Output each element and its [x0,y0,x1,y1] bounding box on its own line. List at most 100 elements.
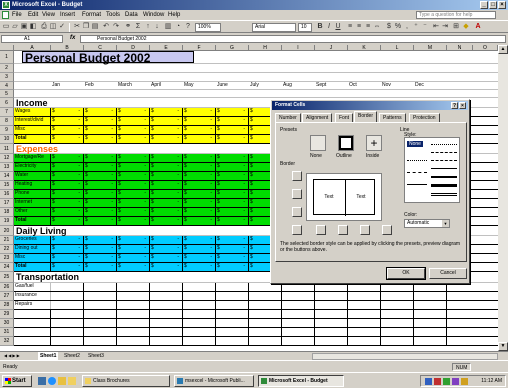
budget-cell[interactable]: $- [183,135,216,143]
row-header[interactable]: 21 [0,236,14,245]
style-none-option[interactable]: None [407,141,423,147]
budget-cell[interactable]: $- [84,108,117,116]
empty-cell[interactable] [282,310,315,318]
budget-cell[interactable] [84,283,117,291]
budget-cell[interactable]: $- [51,199,84,207]
empty-cell[interactable] [51,328,84,336]
row-label[interactable]: Total [14,135,51,143]
help-icon[interactable]: ? [184,23,192,31]
empty-cell[interactable] [249,319,282,327]
percent-icon[interactable]: % [394,23,402,31]
budget-cell[interactable]: $- [117,236,150,244]
insert-function-icon[interactable]: fx [70,35,75,41]
align-right-icon[interactable]: ≡ [364,23,372,31]
spelling-icon[interactable]: ✓ [58,23,66,31]
row-header[interactable]: 4 [0,82,14,90]
tab-scroll-arrows[interactable]: ◀ ◀ ▶ ▶ [2,352,22,360]
empty-cell[interactable] [117,328,150,336]
budget-cell[interactable]: $- [84,135,117,143]
row-header[interactable]: 9 [0,126,14,135]
line-style-option[interactable] [431,168,457,169]
empty-cell[interactable] [315,319,348,327]
budget-cell[interactable]: $- [150,108,183,116]
menu-window[interactable]: Window [143,10,164,20]
budget-cell[interactable]: $- [51,135,84,143]
budget-cell[interactable] [282,283,315,291]
line-style-option[interactable] [407,184,427,185]
row-label[interactable]: Total [14,217,51,225]
empty-cell[interactable] [51,337,84,345]
empty-cell[interactable] [84,319,117,327]
budget-cell[interactable]: $- [51,217,84,225]
budget-cell[interactable]: $- [150,208,183,216]
budget-cell[interactable]: $- [117,254,150,262]
dialog-close-button[interactable]: × [459,102,466,109]
month-header[interactable]: April [150,82,183,89]
empty-cell[interactable] [414,328,447,336]
budget-cell[interactable] [117,292,150,300]
row-header[interactable]: 32 [0,337,14,346]
row-label[interactable]: Phone [14,190,51,198]
empty-cell[interactable] [282,328,315,336]
budget-cell[interactable]: $- [150,217,183,225]
empty-cell[interactable] [117,337,150,345]
border-preview[interactable]: Text Text [306,173,382,221]
budget-cell[interactable]: $- [117,126,150,134]
budget-cell[interactable]: $- [84,199,117,207]
empty-cell[interactable] [150,319,183,327]
empty-cell[interactable] [414,310,447,318]
increase-indent-icon[interactable]: ⇥ [441,23,449,31]
redo-icon[interactable]: ↷ [112,23,120,31]
empty-cell[interactable] [249,328,282,336]
row-header[interactable]: 7 [0,108,14,117]
budget-cell[interactable] [84,292,117,300]
budget-cell[interactable]: $- [117,190,150,198]
budget-cell[interactable] [414,301,447,309]
empty-cell[interactable] [183,319,216,327]
copy-icon[interactable]: ❐ [82,23,90,31]
row-header[interactable]: 16 [0,190,14,199]
budget-cell[interactable] [348,283,381,291]
budget-cell[interactable]: $- [84,181,117,189]
tab-alignment[interactable]: Alignment [302,113,333,122]
budget-cell[interactable]: $- [117,108,150,116]
cut-icon[interactable]: ✂ [73,23,81,31]
empty-cell[interactable] [216,337,249,345]
open-icon[interactable]: ▱ [11,23,19,31]
empty-cell[interactable] [315,310,348,318]
row-label[interactable]: Wages [14,108,51,116]
budget-cell[interactable]: $- [51,163,84,171]
empty-cell[interactable] [14,337,51,345]
empty-cell[interactable] [84,310,117,318]
tab-sheet1[interactable]: Sheet1 [38,352,59,360]
budget-cell[interactable]: $- [150,126,183,134]
budget-cell[interactable]: $- [216,108,249,116]
close-button[interactable]: × [498,1,506,9]
workbook-icon[interactable] [2,11,9,19]
empty-cell[interactable] [14,310,51,318]
budget-cell[interactable]: $- [150,117,183,125]
maximize-button[interactable]: □ [489,1,497,9]
cancel-button[interactable]: Cancel [429,268,467,279]
menu-tools[interactable]: Tools [106,10,120,20]
budget-cell[interactable]: $- [216,263,249,271]
menu-help[interactable]: Help [168,10,180,20]
font-color-icon[interactable]: A [474,23,482,31]
network-icon[interactable] [425,378,432,385]
empty-cell[interactable] [216,319,249,327]
budget-cell[interactable] [51,283,84,291]
budget-cell[interactable]: $- [51,245,84,253]
budget-cell[interactable]: $- [84,208,117,216]
budget-cell[interactable] [381,283,414,291]
budget-cell[interactable]: $- [183,117,216,125]
underline-icon[interactable]: U [334,23,342,31]
permission-icon[interactable]: ◧ [29,23,37,31]
decrease-indent-icon[interactable]: ⇤ [432,23,440,31]
font-name-select[interactable]: Arial [252,23,296,32]
budget-cell[interactable]: $- [183,263,216,271]
empty-cell[interactable] [348,319,381,327]
budget-cell[interactable]: $- [150,154,183,162]
zoom-select[interactable]: 100% [195,23,221,32]
row-label[interactable]: Water [14,172,51,180]
tab-patterns[interactable]: Patterns [379,113,406,122]
